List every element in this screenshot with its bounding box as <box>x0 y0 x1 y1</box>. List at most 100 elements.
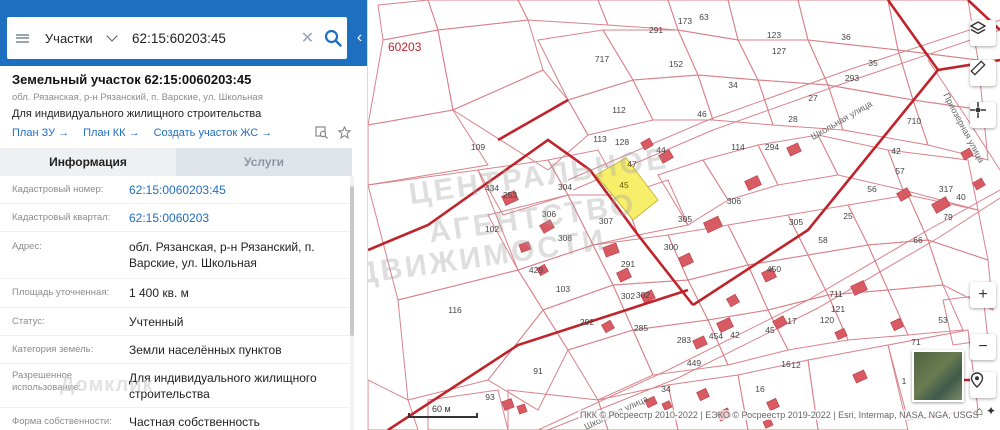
parcel-number-label: 46 <box>697 109 707 119</box>
parcel-number-label: 40 <box>956 192 966 202</box>
select-tool-button[interactable] <box>970 102 996 128</box>
locate-button[interactable] <box>970 372 996 398</box>
parcel-outline <box>867 239 944 291</box>
parcel-number-label: 56 <box>867 184 877 194</box>
tab-information[interactable]: Информация <box>0 148 176 176</box>
parcel-number-label: 717 <box>595 54 609 64</box>
search-input[interactable] <box>132 30 283 46</box>
info-row: Форма собственности: Частная собственнос… <box>0 408 352 430</box>
parcel-number-label: 57 <box>895 166 905 176</box>
quarter-label: 60203 <box>388 40 422 54</box>
map-scale: 60 м <box>408 404 478 420</box>
layers-icon <box>970 21 986 35</box>
parcel-outline <box>567 79 654 136</box>
parcel-number-label: 34 <box>728 80 738 90</box>
tab-services[interactable]: Услуги <box>176 148 352 176</box>
ruler-button[interactable] <box>970 60 996 86</box>
scrollbar-thumb[interactable] <box>350 186 354 336</box>
map-search-icon[interactable] <box>315 126 328 139</box>
parcel-outline <box>597 0 679 31</box>
building <box>601 319 615 334</box>
parcel-number-label: 450 <box>767 264 781 274</box>
plus-icon: + <box>978 286 988 303</box>
info-row: Разрешенное использование: Для индивидуа… <box>0 364 352 408</box>
layers-button[interactable] <box>970 20 996 46</box>
info-row: Статус: Учтенный <box>0 308 352 336</box>
panel-scrollbar[interactable] <box>350 176 354 430</box>
building <box>501 398 515 411</box>
info-value: обл. Рязанская, р-н Рязанский, п. Варски… <box>129 240 315 270</box>
info-label: Статус: <box>12 315 45 327</box>
minus-icon: − <box>978 338 988 355</box>
parcel-number-label: 1 <box>902 376 907 386</box>
parcel-number-label: 121 <box>831 304 845 314</box>
parcel-number-label: 12 <box>791 360 801 370</box>
parcel-header: Земельный участок 62:15:0060203:45 обл. … <box>12 72 357 139</box>
parcel-number-label: 79 <box>943 212 953 222</box>
parcel-number-label: 711 <box>829 289 843 299</box>
info-table: Кадастровый номер: 62:15:0060203:45 Када… <box>0 176 352 430</box>
parcel-outline <box>702 144 779 201</box>
zoom-in-button[interactable]: + <box>970 282 996 308</box>
building <box>516 403 528 415</box>
info-row: Кадастровый номер: 62:15:0060203:45 <box>0 176 352 204</box>
parcel-number-label: 28 <box>788 114 798 124</box>
basemap-switcher-thumbnail[interactable] <box>912 350 964 402</box>
parcel-outline <box>667 374 749 430</box>
info-label: Площадь уточненная: <box>12 287 110 298</box>
search-button[interactable] <box>319 23 347 53</box>
info-row: Кадастровый квартал: 62:15:0060203 <box>0 204 352 232</box>
parcel-number-label: 123 <box>767 30 781 40</box>
star-icon[interactable] <box>338 126 351 139</box>
parcel-number-label: 152 <box>669 59 683 69</box>
plan-zu-link[interactable]: План ЗУ → <box>12 127 69 139</box>
parcel-outline <box>567 329 654 401</box>
building <box>772 315 788 330</box>
info-panel: Участки ✕ ‹ Земельный участок 62:15:0060… <box>0 0 368 430</box>
building <box>744 175 762 191</box>
building <box>852 369 868 384</box>
building <box>834 327 848 341</box>
info-label: Форма собственности: <box>12 415 112 427</box>
map-attribution: ПКК © Росреестр 2010-2022 | ЕЭКО © Росре… <box>578 410 981 420</box>
cadastral-map[interactable]: 291 173 63 123 127 36 152 717 34 293 35 112 46 27 28 71… <box>368 0 1000 430</box>
info-label: Кадастровый номер: <box>12 183 104 195</box>
home-icon[interactable]: ⌂ <box>976 404 983 418</box>
parcel-number-label: 66 <box>913 235 923 245</box>
parcel-number-label: 283 <box>677 335 691 345</box>
info-label: Кадастровый квартал: <box>12 211 111 223</box>
clear-icon[interactable]: ✕ <box>298 28 317 48</box>
parcel-number-label: 300 <box>664 242 678 252</box>
parcel-number-label: 34 <box>661 384 671 394</box>
street-label: Школьная улица <box>809 99 874 142</box>
info-tabs: Информация Услуги <box>0 148 352 176</box>
menu-button[interactable] <box>7 17 39 59</box>
parcel-number-label: 17 <box>787 316 797 326</box>
parcel-number-label: 93 <box>485 392 495 402</box>
plan-kk-link[interactable]: План КК → <box>83 127 139 139</box>
parcel-number-label: 53 <box>938 315 948 325</box>
parcel-outline <box>602 29 699 81</box>
info-label: Адрес: <box>12 241 42 252</box>
panel-watermark: Домклик <box>60 374 154 396</box>
search-box: Участки ✕ <box>7 17 347 59</box>
search-type-select[interactable]: Участки <box>45 30 120 46</box>
parcel-number-label: 35 <box>868 58 878 68</box>
create-parcel-link[interactable]: Создать участок ЖС → <box>154 127 273 139</box>
parcel-outline <box>368 379 419 430</box>
collapse-panel-button[interactable]: ‹ <box>351 17 367 59</box>
info-label: Категория земель: <box>12 343 94 355</box>
building <box>931 196 951 214</box>
info-row: Адрес: обл. Рязанская, р-н Рязанский, п.… <box>0 232 352 279</box>
parcel-address: обл. Рязанская, р-н Рязанский, п. Варски… <box>12 92 263 103</box>
parcel-number-label: 127 <box>772 46 786 56</box>
parcel-number-label: 116 <box>448 305 462 315</box>
building <box>703 215 723 234</box>
info-value[interactable]: 62:15:0060203:45 <box>129 182 340 198</box>
zoom-out-button[interactable]: − <box>970 334 996 360</box>
parcel-number-label: 305 <box>789 217 803 227</box>
info-value[interactable]: 62:15:0060203 <box>129 210 340 226</box>
parcel-number-label: 27 <box>808 93 818 103</box>
parcel-number-label: 302 <box>636 290 650 300</box>
settings-icon[interactable]: ✦ <box>986 404 996 418</box>
